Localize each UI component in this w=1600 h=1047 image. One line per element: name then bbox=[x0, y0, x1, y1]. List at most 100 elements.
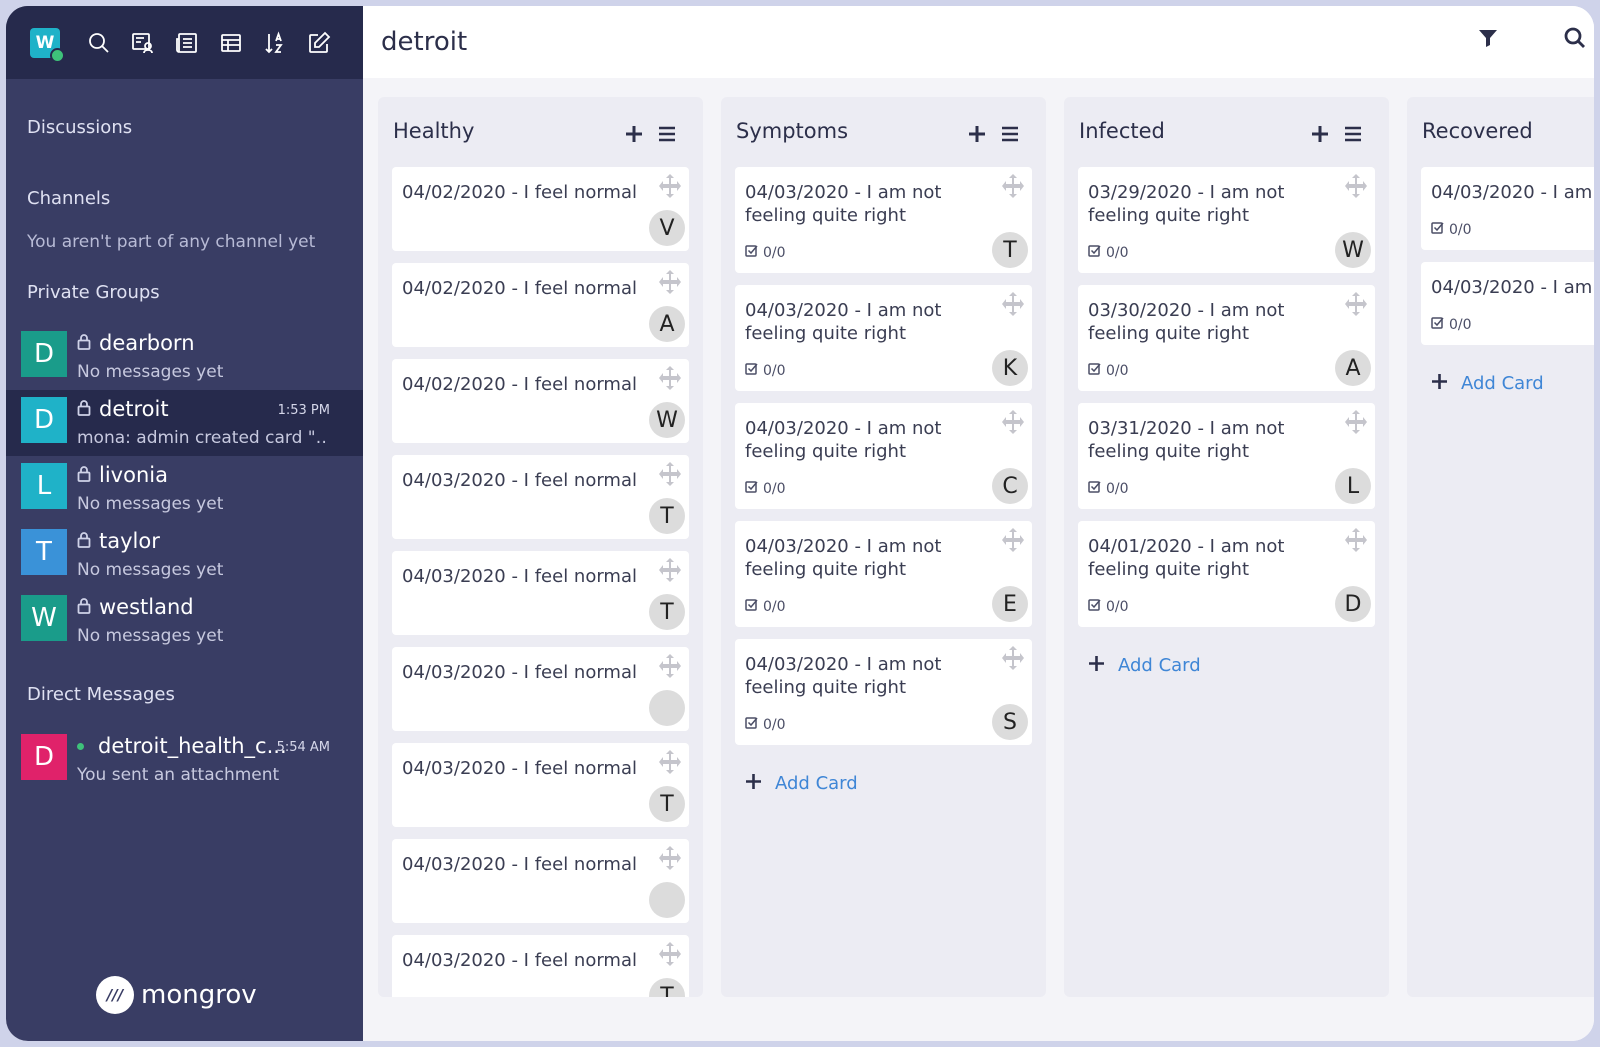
kanban-card[interactable]: 03/29/2020 - I am not feeling quite righ… bbox=[1078, 167, 1375, 273]
assignee-avatar[interactable] bbox=[649, 690, 685, 726]
sidebar-toolbar: W bbox=[6, 6, 363, 79]
assignee-avatar[interactable]: T bbox=[649, 594, 685, 630]
kanban-card[interactable]: 04/03/2020 - I am not feeling quite righ… bbox=[735, 285, 1032, 391]
assignee-avatar[interactable]: D bbox=[1335, 586, 1371, 622]
group-item-livonia[interactable]: Llivonia No messages yet bbox=[6, 456, 363, 522]
sort-az-icon[interactable] bbox=[262, 30, 288, 56]
add-card-button[interactable]: Add Card bbox=[1432, 373, 1544, 394]
newspaper-icon[interactable] bbox=[174, 30, 200, 56]
kanban-card[interactable]: 04/01/2020 - I am not feeling quite righ… bbox=[1078, 521, 1375, 627]
private-groups-heading[interactable]: Private Groups bbox=[27, 282, 160, 303]
online-status-dot bbox=[50, 47, 65, 63]
group-item-dearborn[interactable]: Ddearborn No messages yet bbox=[6, 324, 363, 390]
move-icon[interactable] bbox=[657, 461, 683, 487]
search-icon[interactable] bbox=[86, 30, 112, 56]
group-item-taylor[interactable]: Ttaylor No messages yet bbox=[6, 522, 363, 588]
assignee-avatar[interactable]: A bbox=[649, 306, 685, 342]
move-icon[interactable] bbox=[657, 557, 683, 583]
checkbox-icon bbox=[745, 480, 758, 497]
assignee-avatar[interactable]: T bbox=[992, 232, 1028, 268]
column-symptoms: Symptoms 04/03/2020 - I am not feeling qu… bbox=[721, 97, 1046, 997]
kanban-card[interactable]: 04/03/2020 - I feel normal bbox=[392, 647, 689, 731]
move-icon[interactable] bbox=[1000, 645, 1026, 671]
move-icon[interactable] bbox=[657, 845, 683, 871]
group-avatar: D bbox=[21, 397, 67, 443]
column-menu-icon[interactable] bbox=[658, 125, 678, 145]
group-item-westland[interactable]: Wwestland No messages yet bbox=[6, 588, 363, 654]
kanban-card[interactable]: 04/03/2020 - I feel normal bbox=[392, 839, 689, 923]
discussions-heading[interactable]: Discussions bbox=[27, 117, 132, 138]
table-icon[interactable] bbox=[218, 30, 244, 56]
filter-icon[interactable] bbox=[1474, 24, 1502, 52]
assignee-avatar[interactable]: T bbox=[649, 978, 685, 997]
dm-item-detroit-health[interactable]: D detroit_health_c... 5:54 AM You sent a… bbox=[6, 727, 363, 793]
column-title: Infected bbox=[1079, 119, 1165, 143]
kanban-card[interactable]: 04/03/2020 - I am not feeling quite righ… bbox=[1421, 262, 1594, 345]
assignee-avatar[interactable]: L bbox=[1335, 468, 1371, 504]
card-title: 04/03/2020 - I feel normal bbox=[402, 854, 637, 875]
kanban-card[interactable]: 04/03/2020 - I feel normal T bbox=[392, 551, 689, 635]
assignee-avatar[interactable]: W bbox=[649, 402, 685, 438]
kanban-card[interactable]: 04/03/2020 - I am not feeling quite righ… bbox=[1421, 167, 1594, 250]
kanban-card[interactable]: 03/30/2020 - I am not feeling quite righ… bbox=[1078, 285, 1375, 391]
page-title: detroit bbox=[381, 27, 468, 57]
assignee-avatar[interactable]: S bbox=[992, 704, 1028, 740]
group-name: detroit bbox=[77, 397, 169, 421]
assignee-avatar[interactable]: T bbox=[649, 498, 685, 534]
card-title: 04/03/2020 - I feel normal bbox=[402, 470, 637, 491]
kanban-card[interactable]: 04/03/2020 - I am not feeling quite righ… bbox=[735, 403, 1032, 509]
kanban-card[interactable]: 04/03/2020 - I feel normal T bbox=[392, 935, 689, 997]
assignee-avatar[interactable]: K bbox=[992, 350, 1028, 386]
move-icon[interactable] bbox=[1000, 291, 1026, 317]
channels-heading[interactable]: Channels bbox=[27, 188, 110, 209]
compose-icon[interactable] bbox=[306, 30, 332, 56]
lock-icon bbox=[77, 595, 91, 619]
add-card-button[interactable]: Add Card bbox=[1089, 655, 1201, 676]
board-search-icon[interactable] bbox=[1561, 24, 1589, 52]
kanban-card[interactable]: 04/03/2020 - I feel normal T bbox=[392, 743, 689, 827]
card-title: 04/03/2020 - I am not feeling quite righ… bbox=[1431, 277, 1594, 298]
kanban-card[interactable]: 04/03/2020 - I feel normal T bbox=[392, 455, 689, 539]
column-menu-icon[interactable] bbox=[1344, 125, 1364, 145]
assignee-avatar[interactable]: V bbox=[649, 210, 685, 246]
move-icon[interactable] bbox=[1000, 173, 1026, 199]
assignee-avatar[interactable] bbox=[649, 882, 685, 918]
move-icon[interactable] bbox=[657, 173, 683, 199]
sidebar: W Discussions Channels You aren't part o… bbox=[6, 6, 363, 1041]
plus-icon bbox=[746, 773, 761, 794]
move-icon[interactable] bbox=[657, 269, 683, 295]
kanban-card[interactable]: 04/03/2020 - I am not feeling quite righ… bbox=[735, 521, 1032, 627]
assignee-avatar[interactable]: E bbox=[992, 586, 1028, 622]
move-icon[interactable] bbox=[1343, 291, 1369, 317]
checklist-count: 0/0 bbox=[1088, 362, 1129, 379]
kanban-card[interactable]: 04/02/2020 - I feel normal A bbox=[392, 263, 689, 347]
move-icon[interactable] bbox=[1343, 409, 1369, 435]
kanban-card[interactable]: 04/02/2020 - I feel normal V bbox=[392, 167, 689, 251]
move-icon[interactable] bbox=[1000, 527, 1026, 553]
kanban-card[interactable]: 04/03/2020 - I am not feeling quite righ… bbox=[735, 639, 1032, 745]
column-menu-icon[interactable] bbox=[1001, 125, 1021, 145]
assignee-avatar[interactable]: T bbox=[649, 786, 685, 822]
move-icon[interactable] bbox=[657, 941, 683, 967]
move-icon[interactable] bbox=[1343, 527, 1369, 553]
assignee-avatar[interactable]: C bbox=[992, 468, 1028, 504]
group-name: dearborn bbox=[77, 331, 195, 355]
move-icon[interactable] bbox=[657, 653, 683, 679]
add-card-plus-icon[interactable] bbox=[1311, 125, 1331, 145]
direct-messages-heading[interactable]: Direct Messages bbox=[27, 684, 175, 705]
add-card-plus-icon[interactable] bbox=[968, 125, 988, 145]
move-icon[interactable] bbox=[657, 749, 683, 775]
directory-icon[interactable] bbox=[130, 30, 156, 56]
add-card-plus-icon[interactable] bbox=[625, 125, 645, 145]
assignee-avatar[interactable]: W bbox=[1335, 232, 1371, 268]
move-icon[interactable] bbox=[1000, 409, 1026, 435]
kanban-card[interactable]: 04/02/2020 - I feel normal W bbox=[392, 359, 689, 443]
kanban-card[interactable]: 03/31/2020 - I am not feeling quite righ… bbox=[1078, 403, 1375, 509]
group-item-detroit[interactable]: Ddetroit 1:53 PM mona: admin created card … bbox=[6, 390, 363, 456]
assignee-avatar[interactable]: A bbox=[1335, 350, 1371, 386]
move-icon[interactable] bbox=[657, 365, 683, 391]
add-card-button[interactable]: Add Card bbox=[746, 773, 858, 794]
workspace-logo[interactable]: W bbox=[30, 27, 65, 63]
move-icon[interactable] bbox=[1343, 173, 1369, 199]
kanban-card[interactable]: 04/03/2020 - I am not feeling quite righ… bbox=[735, 167, 1032, 273]
